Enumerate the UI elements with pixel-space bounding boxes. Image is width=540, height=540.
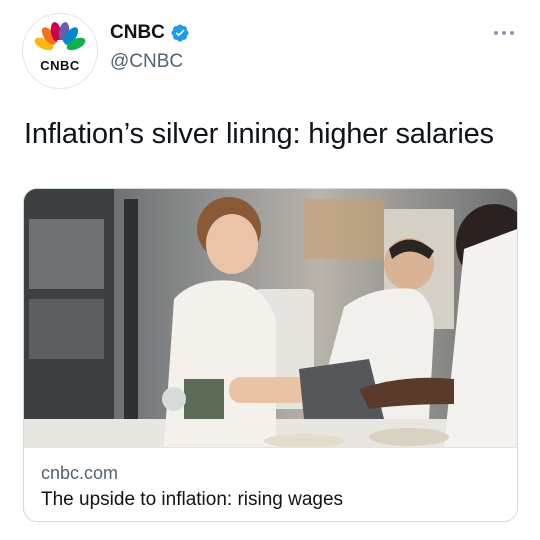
account-handle[interactable]: @CNBC xyxy=(110,51,183,73)
name-row: CNBC xyxy=(110,22,190,44)
cnbc-peacock-logo xyxy=(34,22,86,51)
card-domain[interactable]: cnbc.com xyxy=(41,463,118,484)
display-name[interactable]: CNBC xyxy=(110,22,165,44)
card-divider xyxy=(24,447,517,448)
verified-badge-icon xyxy=(171,24,189,42)
link-card[interactable]: cnbc.com The upside to inflation: rising… xyxy=(23,188,518,522)
logo-text: CNBC xyxy=(40,58,80,73)
card-image xyxy=(24,189,517,447)
more-options-icon[interactable] xyxy=(492,28,516,38)
avatar[interactable]: CNBC xyxy=(22,13,98,89)
tweet-text: Inflation’s silver lining: higher salari… xyxy=(24,118,494,150)
card-title[interactable]: The upside to inflation: rising wages xyxy=(41,489,343,511)
